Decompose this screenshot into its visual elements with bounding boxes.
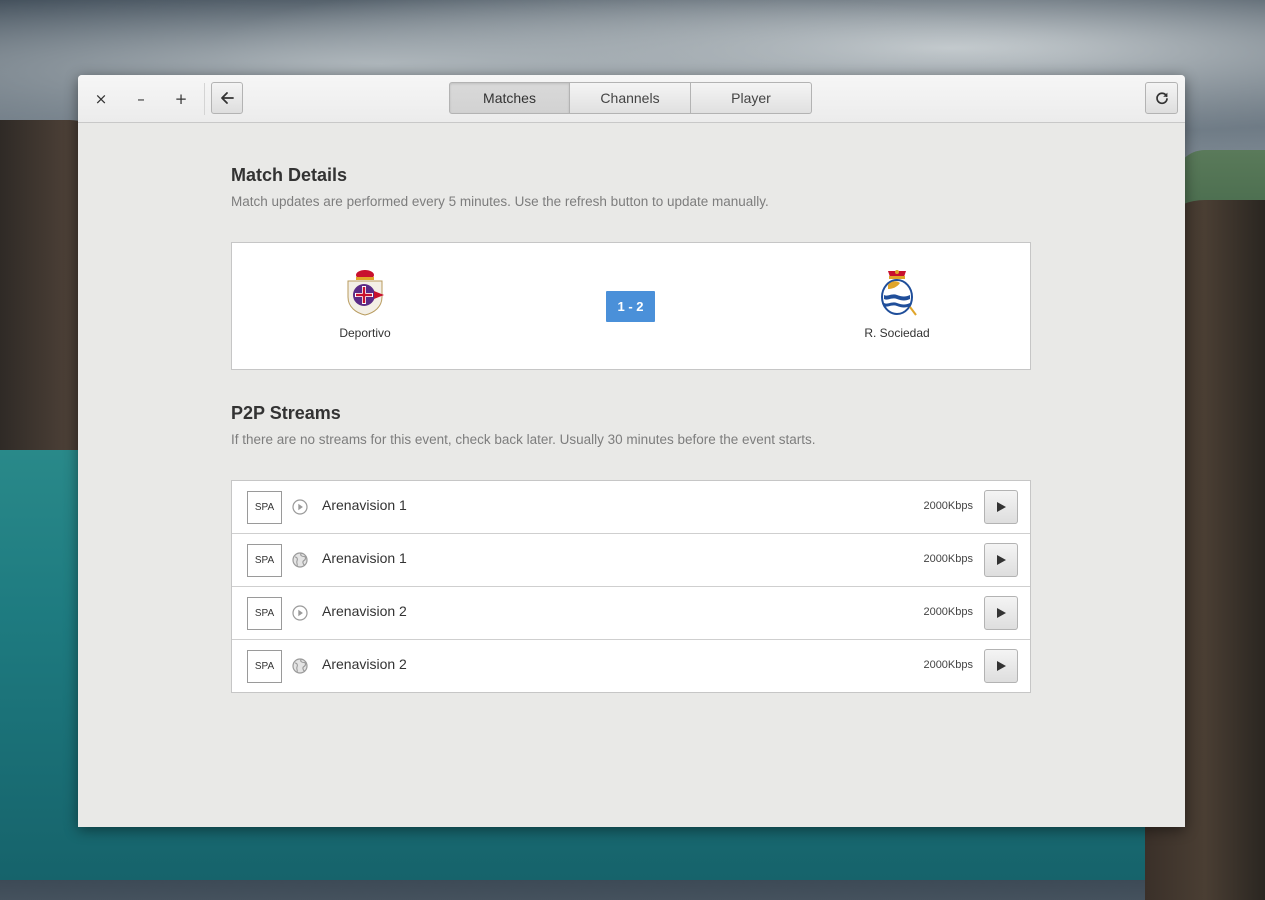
stream-name: Arenavision 1 [322,497,407,513]
stream-row[interactable]: SPA Arenavision 2 2000Kbps [232,586,1030,639]
play-stream-button[interactable] [984,543,1018,577]
language-badge: SPA [247,544,282,577]
maximize-icon: + [174,90,188,108]
score-badge: 1 - 2 [606,291,655,322]
tab-player[interactable]: Player [691,82,812,114]
match-details-title: Match Details [231,165,348,185]
arrow-left-icon [221,92,234,104]
home-team: Deportivo [295,267,435,340]
language-badge: SPA [247,491,282,524]
streams-header: P2P Streams If there are no streams for … [231,401,1031,449]
header-separator [204,83,205,115]
main-content: Match Details Match updates are performe… [231,163,1031,693]
real-sociedad-crest-icon [881,270,917,316]
match-details-subtitle: Match updates are performed every 5 minu… [231,194,769,209]
tab-channels[interactable]: Channels [570,82,691,114]
away-team: R. Sociedad [827,267,967,340]
stream-bitrate: 2000Kbps [923,553,973,565]
refresh-icon [1155,92,1168,105]
refresh-button[interactable] [1145,82,1178,114]
globe-icon [292,658,308,674]
play-icon [997,502,1006,512]
stream-list: SPA Arenavision 1 2000Kbps SPA Arenavisi… [231,480,1031,693]
deportivo-crest-icon [347,270,384,316]
tab-matches[interactable]: Matches [449,82,570,114]
stream-row[interactable]: SPA Arenavision 1 2000Kbps [232,533,1030,586]
stream-name: Arenavision 2 [322,603,407,619]
header-bar: × – + Matches Channels Player [78,75,1185,123]
globe-icon [292,552,308,568]
play-circle-icon [292,605,308,621]
stream-row[interactable]: SPA Arenavision 2 2000Kbps [232,639,1030,692]
away-team-name: R. Sociedad [864,326,930,340]
stream-row[interactable]: SPA Arenavision 1 2000Kbps [232,481,1030,533]
stream-bitrate: 2000Kbps [923,500,973,512]
streams-title: P2P Streams [231,403,341,423]
play-icon [997,608,1006,618]
stream-bitrate: 2000Kbps [923,606,973,618]
view-switcher: Matches Channels Player [449,82,812,114]
home-team-name: Deportivo [339,326,391,340]
language-badge: SPA [247,597,282,630]
maximize-window-button[interactable]: + [170,88,192,110]
play-stream-button[interactable] [984,596,1018,630]
close-window-button[interactable]: × [90,88,112,110]
match-card: Deportivo 1 - 2 R. Sociedad [231,242,1031,370]
streams-subtitle: If there are no streams for this event, … [231,432,816,447]
play-stream-button[interactable] [984,490,1018,524]
minimize-window-button[interactable]: – [130,88,152,110]
minimize-icon: – [137,90,145,108]
play-icon [997,661,1006,671]
back-button[interactable] [211,82,243,114]
play-stream-button[interactable] [984,649,1018,683]
play-icon [997,555,1006,565]
stream-name: Arenavision 1 [322,550,407,566]
stream-bitrate: 2000Kbps [923,659,973,671]
app-window: × – + Matches Channels Player Match Deta… [78,75,1185,827]
close-icon: × [94,90,108,108]
play-circle-icon [292,499,308,515]
stream-name: Arenavision 2 [322,656,407,672]
language-badge: SPA [247,650,282,683]
